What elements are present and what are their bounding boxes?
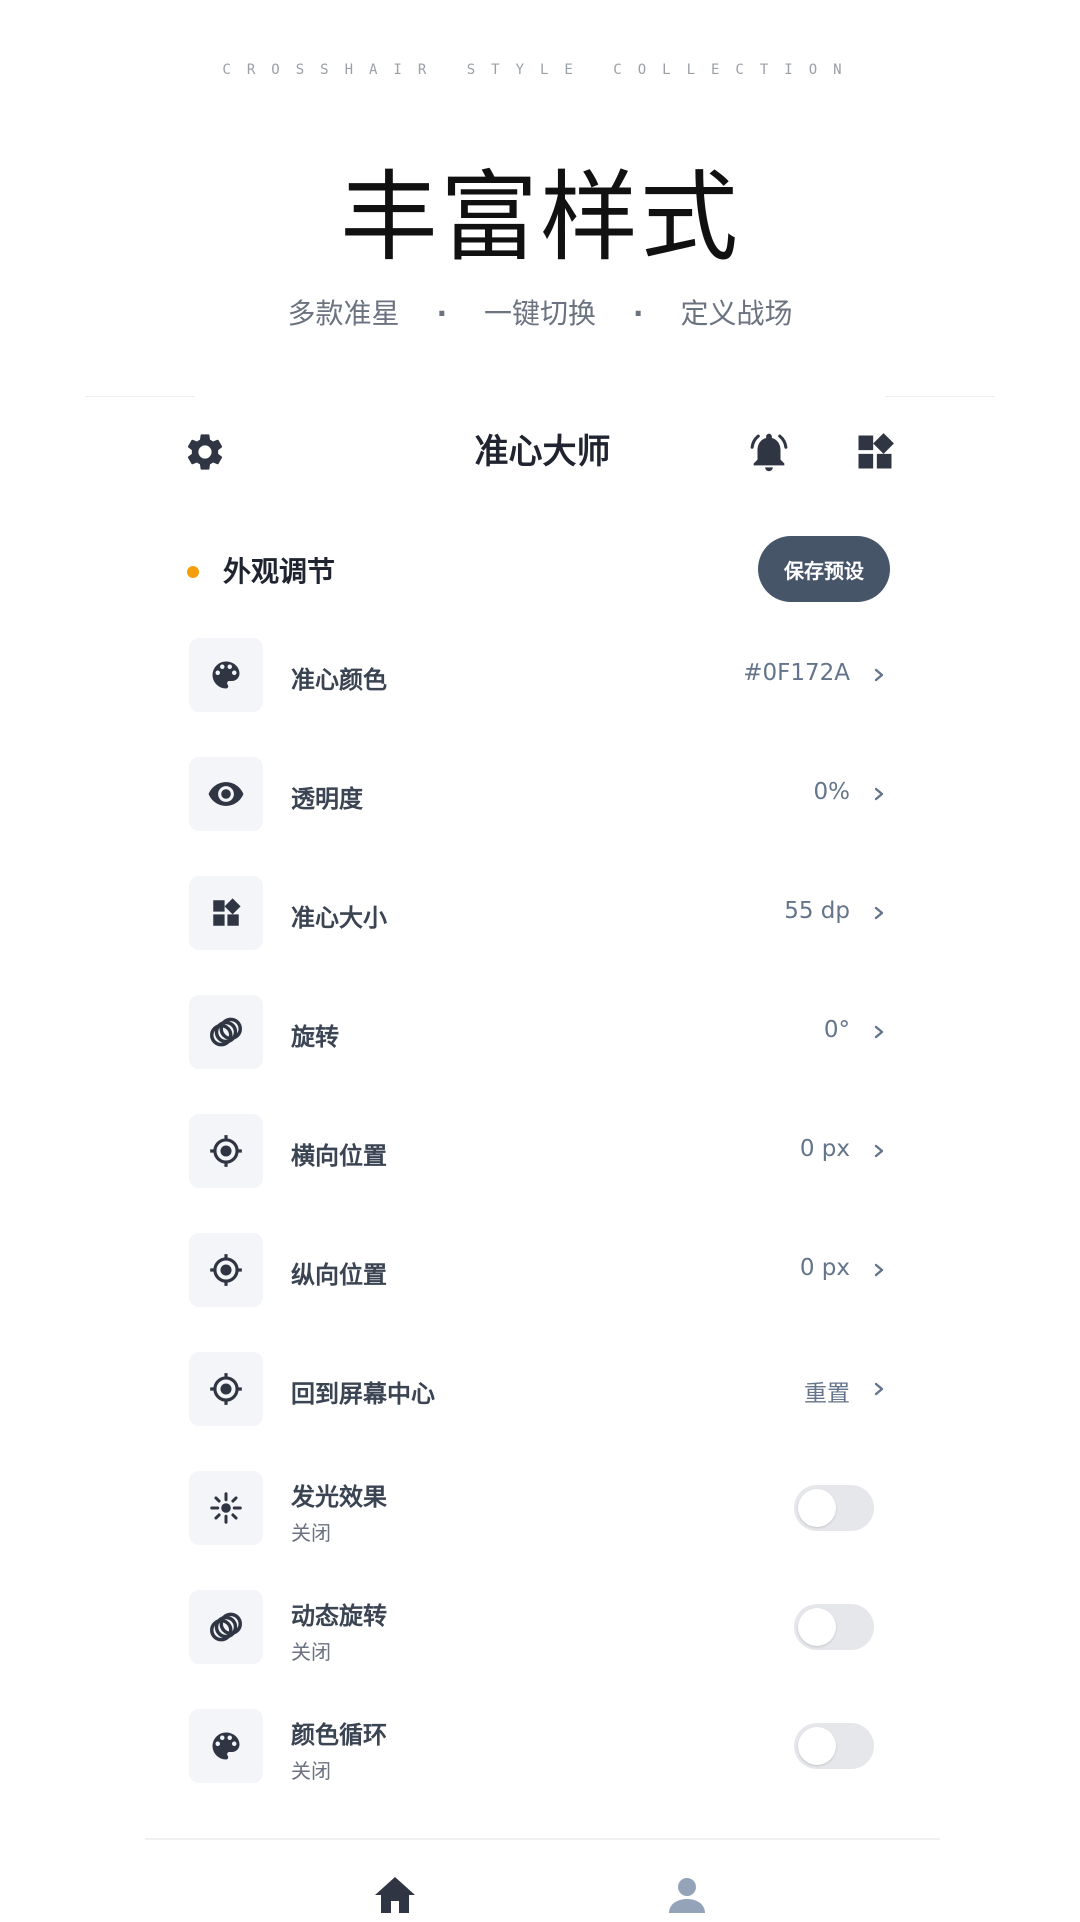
home-icon[interactable] <box>370 1870 420 1920</box>
chevron-right-icon <box>868 1374 890 1404</box>
separator-dot: · <box>632 297 644 330</box>
setting-label: 动态旋转 <box>291 1602 387 1630</box>
setting-row-color-cycle: 颜色循环 关闭 <box>145 1709 940 1828</box>
setting-label: 横向位置 <box>291 1142 387 1170</box>
bell-icon[interactable] <box>745 428 793 476</box>
setting-label: 纵向位置 <box>291 1261 387 1289</box>
setting-row-crosshair-color[interactable]: 准心颜色 #0F172A <box>145 638 940 757</box>
widgets-icon <box>189 876 263 950</box>
setting-value: 0° <box>823 1017 850 1043</box>
chevron-right-icon <box>868 1255 890 1285</box>
app-screen: 准心大师 外观调节 保存预设 准心颜色 #0F172A 透明度 0% 准心大小 … <box>145 398 940 1920</box>
sun-icon <box>189 1471 263 1545</box>
palette-icon <box>189 1709 263 1783</box>
setting-label: 准心颜色 <box>291 666 387 694</box>
glow-toggle[interactable] <box>794 1485 874 1531</box>
setting-value: 0% <box>813 779 851 805</box>
setting-label: 旋转 <box>291 1023 339 1051</box>
promo-subtitle-part3: 定义战场 <box>680 297 793 330</box>
app-title: 准心大师 <box>474 432 611 472</box>
section-title: 外观调节 <box>223 555 336 588</box>
palette-icon <box>189 638 263 712</box>
promo-subtitle-part2: 一键切换 <box>483 297 596 330</box>
setting-row-vertical-position[interactable]: 纵向位置 0 px <box>145 1233 940 1352</box>
target-icon <box>189 1233 263 1307</box>
target-icon <box>189 1114 263 1188</box>
person-icon[interactable] <box>662 1870 712 1920</box>
setting-row-recenter[interactable]: 回到屏幕中心 重置 <box>145 1352 940 1471</box>
reset-value: 重置 <box>804 1381 850 1407</box>
setting-row-opacity[interactable]: 透明度 0% <box>145 757 940 876</box>
section-header: 外观调节 保存预设 <box>145 536 940 606</box>
setting-label: 回到屏幕中心 <box>291 1380 435 1408</box>
setting-row-horizontal-position[interactable]: 横向位置 0 px <box>145 1114 940 1233</box>
color-cycle-toggle[interactable] <box>794 1723 874 1769</box>
setting-label: 透明度 <box>291 785 363 813</box>
promo-subtitle: 多款准星 · 一键切换 · 定义战场 <box>0 292 1080 332</box>
toggle-knob <box>798 1489 836 1527</box>
toggle-knob <box>798 1608 836 1646</box>
chevron-right-icon <box>868 779 890 809</box>
promo-title: 丰富样式 <box>339 161 740 275</box>
app-header: 准心大师 <box>145 398 940 508</box>
separator-dot: · <box>436 297 448 330</box>
bottom-nav <box>145 1838 940 1922</box>
chevron-right-icon <box>868 1136 890 1166</box>
setting-label: 发光效果 <box>291 1483 387 1511</box>
setting-value: 55 dp <box>784 898 850 924</box>
setting-row-crosshair-size[interactable]: 准心大小 55 dp <box>145 876 940 995</box>
chevron-right-icon <box>868 660 890 690</box>
target-icon <box>189 1352 263 1426</box>
save-preset-button[interactable]: 保存预设 <box>758 536 890 602</box>
dynamic-rotation-toggle[interactable] <box>794 1604 874 1650</box>
promo-subtitle-part1: 多款准星 <box>287 297 400 330</box>
setting-label: 准心大小 <box>291 904 387 932</box>
divider-right <box>885 396 995 397</box>
rings-icon <box>189 995 263 1069</box>
rings-icon <box>189 1590 263 1664</box>
chevron-right-icon <box>868 1017 890 1047</box>
setting-status: 关闭 <box>291 1640 331 1664</box>
toggle-knob <box>798 1727 836 1765</box>
divider-left <box>85 396 195 397</box>
setting-row-dynamic-rotation: 动态旋转 关闭 <box>145 1590 940 1709</box>
widgets-icon[interactable] <box>851 428 899 476</box>
eye-icon <box>189 757 263 831</box>
settings-list: 准心颜色 #0F172A 透明度 0% 准心大小 55 dp 旋转 0° 横向位… <box>145 638 940 1828</box>
section-indicator-dot <box>187 566 199 578</box>
promo-eyebrow: CROSSHAIR STYLE COLLECTION <box>222 62 858 78</box>
setting-value: 0 px <box>799 1255 850 1281</box>
promo-banner: CROSSHAIR STYLE COLLECTION 丰富样式 多款准星 · 一… <box>0 0 1080 390</box>
setting-row-rotation[interactable]: 旋转 0° <box>145 995 940 1114</box>
setting-status: 关闭 <box>291 1759 331 1783</box>
setting-status: 关闭 <box>291 1521 331 1545</box>
setting-row-glow: 发光效果 关闭 <box>145 1471 940 1590</box>
setting-value: 0 px <box>799 1136 850 1162</box>
setting-value: #0F172A <box>743 660 850 686</box>
chevron-right-icon <box>868 898 890 928</box>
setting-label: 颜色循环 <box>291 1721 387 1749</box>
